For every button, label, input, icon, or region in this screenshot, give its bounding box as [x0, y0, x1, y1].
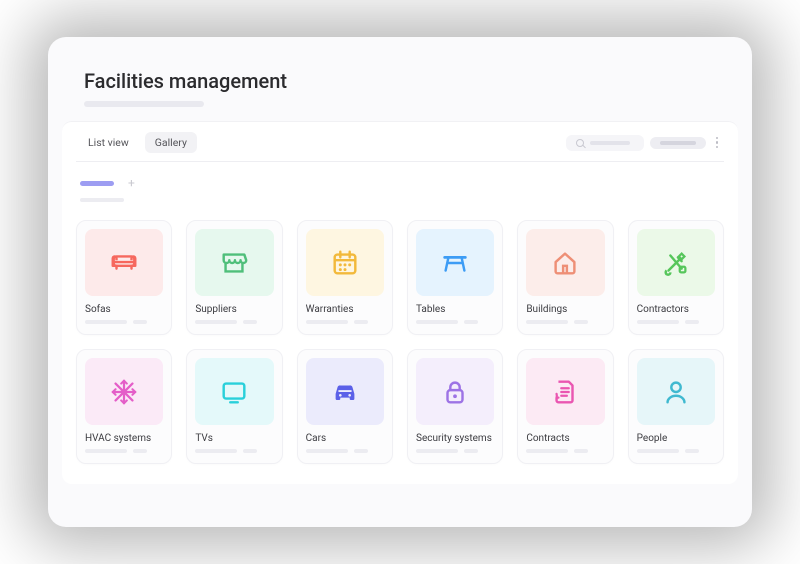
more-options-button[interactable]: [712, 135, 723, 151]
card-label: Tables: [416, 304, 494, 315]
search-icon: [576, 139, 584, 147]
card-meta-skeleton: [416, 320, 494, 324]
car-icon: [306, 358, 384, 425]
card-label: Warranties: [306, 304, 384, 315]
card-meta-skeleton: [637, 449, 715, 453]
filter-chip[interactable]: [80, 181, 114, 186]
gallery-card[interactable]: Tables: [407, 220, 503, 335]
document-icon: [526, 358, 604, 425]
card-meta-skeleton: [85, 320, 163, 324]
filter-subline-skeleton: [80, 198, 124, 202]
card-meta-skeleton: [416, 449, 494, 453]
card-meta-skeleton: [526, 449, 604, 453]
card-label: Cars: [306, 433, 384, 444]
page-header: Facilities management: [48, 37, 752, 121]
calendar-icon: [306, 229, 384, 296]
store-icon: [195, 229, 273, 296]
home-icon: [526, 229, 604, 296]
gallery-card[interactable]: Cars: [297, 349, 393, 464]
search-input[interactable]: [566, 135, 644, 151]
gallery-card[interactable]: Contracts: [517, 349, 613, 464]
card-meta-skeleton: [637, 320, 715, 324]
card-label: Contractors: [637, 304, 715, 315]
tab-list-view[interactable]: List view: [78, 132, 139, 153]
page-title: Facilities management: [84, 69, 716, 93]
card-label: Buildings: [526, 304, 604, 315]
gallery-card[interactable]: TVs: [186, 349, 282, 464]
card-label: People: [637, 433, 715, 444]
filter-bar: +: [76, 162, 724, 206]
card-label: Contracts: [526, 433, 604, 444]
card-meta-skeleton: [195, 320, 273, 324]
gallery-card[interactable]: Sofas: [76, 220, 172, 335]
gallery-card[interactable]: HVAC systems: [76, 349, 172, 464]
gallery-card[interactable]: People: [628, 349, 724, 464]
card-meta-skeleton: [195, 449, 273, 453]
subtitle-skeleton: [84, 101, 204, 107]
card-meta-skeleton: [306, 320, 384, 324]
add-filter-button[interactable]: +: [128, 176, 135, 190]
table-icon: [416, 229, 494, 296]
toolbar-action-button[interactable]: [650, 137, 706, 149]
tab-gallery[interactable]: Gallery: [145, 132, 197, 153]
snowflake-icon: [85, 358, 163, 425]
content-panel: List view Gallery + Sofas: [62, 121, 738, 484]
card-label: Suppliers: [195, 304, 273, 315]
gallery-card[interactable]: Suppliers: [186, 220, 282, 335]
card-label: HVAC systems: [85, 433, 163, 444]
card-label: TVs: [195, 433, 273, 444]
sofa-icon: [85, 229, 163, 296]
gallery-card[interactable]: Contractors: [628, 220, 724, 335]
card-label: Security systems: [416, 433, 494, 444]
gallery-card[interactable]: Warranties: [297, 220, 393, 335]
person-icon: [637, 358, 715, 425]
tv-icon: [195, 358, 273, 425]
view-toolbar: List view Gallery: [76, 122, 724, 162]
cards-grid: Sofas Suppliers Warranties Tables Buildi…: [76, 220, 724, 464]
tools-icon: [637, 229, 715, 296]
gallery-card[interactable]: Buildings: [517, 220, 613, 335]
card-meta-skeleton: [85, 449, 163, 453]
card-meta-skeleton: [306, 449, 384, 453]
gallery-card[interactable]: Security systems: [407, 349, 503, 464]
card-label: Sofas: [85, 304, 163, 315]
app-window: Facilities management List view Gallery …: [48, 37, 752, 527]
card-meta-skeleton: [526, 320, 604, 324]
lock-icon: [416, 358, 494, 425]
search-placeholder-skeleton: [590, 141, 630, 145]
